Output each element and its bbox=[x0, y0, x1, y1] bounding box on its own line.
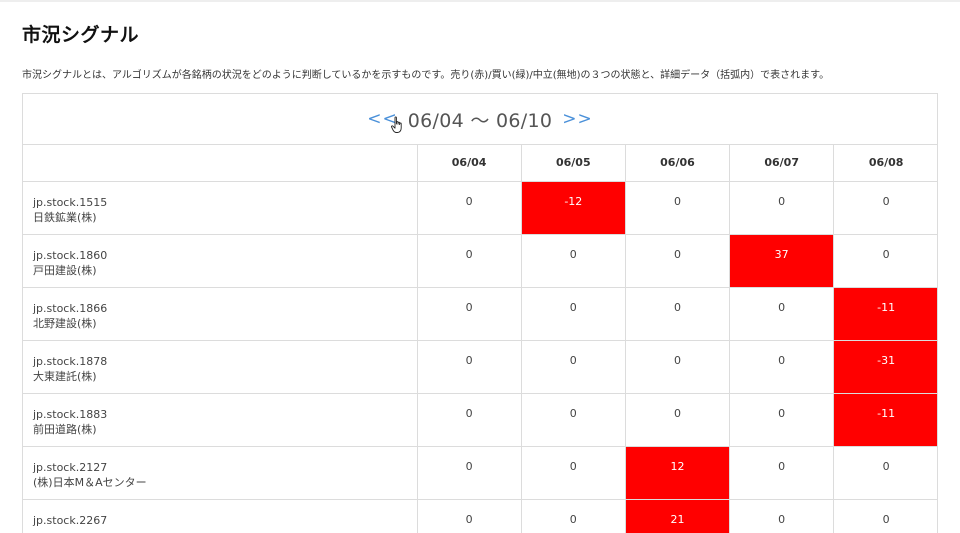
signal-cell: 0 bbox=[417, 340, 522, 394]
signal-cell: 0 bbox=[521, 340, 626, 394]
signal-cell: 0 bbox=[417, 393, 522, 447]
signal-cell: 0 bbox=[417, 234, 522, 288]
stock-cell: jp.stock.2127 (株)日本M＆Aセンター bbox=[23, 446, 418, 500]
stock-cell: jp.stock.1878 大東建託(株) bbox=[23, 340, 418, 394]
signal-cell: 0 bbox=[417, 499, 522, 533]
date-range-label: 06/04 〜 06/10 bbox=[407, 109, 553, 132]
stock-cell: jp.stock.1515 日鉄鉱業(株) bbox=[23, 181, 418, 235]
signal-cell: 0 bbox=[729, 499, 835, 533]
top-divider bbox=[0, 0, 960, 2]
stock-name: 前田道路(株) bbox=[33, 422, 97, 436]
signal-cell: 37 bbox=[729, 234, 835, 288]
header-date: 06/08 bbox=[833, 145, 937, 182]
signal-cell: 21 bbox=[625, 499, 731, 533]
signal-cell: -12 bbox=[521, 181, 626, 235]
signal-cell: 0 bbox=[521, 287, 626, 341]
header-stock bbox=[23, 145, 418, 182]
stock-cell: jp.stock.1883 前田道路(株) bbox=[23, 393, 418, 447]
signal-cell: 0 bbox=[833, 234, 937, 288]
stock-name: 戸田建設(株) bbox=[33, 263, 97, 277]
stock-code: jp.stock.1860 bbox=[33, 248, 108, 262]
signal-cell: 0 bbox=[417, 287, 522, 341]
table-row: jp.stock.1860 戸田建設(株) 0 0 0 37 0 bbox=[23, 234, 937, 288]
signal-cell: 0 bbox=[625, 234, 731, 288]
stock-name: 大東建託(株) bbox=[33, 369, 97, 383]
signal-cell: 0 bbox=[833, 181, 937, 235]
header-date: 06/07 bbox=[729, 145, 835, 182]
hand-pointer-icon bbox=[391, 116, 402, 133]
page-description: 市況シグナルとは、アルゴリズムが各銘柄の状況をどのように判断しているかを示すもの… bbox=[22, 70, 830, 81]
table-row: jp.stock.1515 日鉄鉱業(株) 0 -12 0 0 0 bbox=[23, 181, 937, 235]
signal-cell: 0 bbox=[729, 393, 835, 447]
table-row: jp.stock.1878 大東建託(株) 0 0 0 0 -31 bbox=[23, 340, 937, 394]
stock-code: jp.stock.1515 bbox=[33, 195, 108, 209]
table-row: jp.stock.2267 0 0 21 0 0 bbox=[23, 499, 937, 533]
signal-cell: 0 bbox=[833, 446, 937, 500]
stock-code: jp.stock.2127 bbox=[33, 460, 108, 474]
table-row: jp.stock.1883 前田道路(株) 0 0 0 0 -11 bbox=[23, 393, 937, 447]
signal-cell: -31 bbox=[833, 340, 937, 394]
header-date: 06/06 bbox=[625, 145, 731, 182]
signal-cell: -11 bbox=[833, 393, 937, 447]
signal-cell: 0 bbox=[521, 446, 626, 500]
next-week-link[interactable]: >> bbox=[562, 109, 593, 129]
signal-cell: 0 bbox=[521, 234, 626, 288]
signal-cell: 0 bbox=[625, 287, 731, 341]
table-header-row: 06/04 06/05 06/06 06/07 06/08 bbox=[23, 145, 937, 182]
stock-code: jp.stock.1866 bbox=[33, 301, 108, 315]
signal-cell: 0 bbox=[521, 499, 626, 533]
signal-panel: << 06/04 〜 06/10 >> 06/04 06/05 06/06 06… bbox=[22, 93, 938, 533]
table-body: jp.stock.1515 日鉄鉱業(株) 0 -12 0 0 0 jp.stock.1860… bbox=[23, 181, 937, 533]
signal-cell: 0 bbox=[729, 340, 835, 394]
stock-cell: jp.stock.1860 戸田建設(株) bbox=[23, 234, 418, 288]
signal-cell: 0 bbox=[625, 340, 731, 394]
page-title: 市況シグナル bbox=[22, 24, 140, 46]
signal-table: 06/04 06/05 06/06 06/07 06/08 jp.stock.1… bbox=[23, 145, 937, 533]
signal-cell: 0 bbox=[625, 181, 731, 235]
header-date: 06/04 bbox=[417, 145, 522, 182]
stock-name: (株)日本M＆Aセンター bbox=[33, 475, 147, 489]
stock-name: 北野建設(株) bbox=[33, 316, 97, 330]
signal-cell: 0 bbox=[729, 181, 835, 235]
signal-cell: 0 bbox=[833, 499, 937, 533]
stock-code: jp.stock.1883 bbox=[33, 407, 108, 421]
signal-cell: 0 bbox=[417, 181, 522, 235]
stock-name: 日鉄鉱業(株) bbox=[33, 210, 97, 224]
signal-cell: 0 bbox=[521, 393, 626, 447]
signal-cell: 12 bbox=[625, 446, 731, 500]
header-date: 06/05 bbox=[521, 145, 626, 182]
signal-cell: 0 bbox=[729, 446, 835, 500]
stock-code: jp.stock.1878 bbox=[33, 354, 108, 368]
table-row: jp.stock.1866 北野建設(株) 0 0 0 0 -11 bbox=[23, 287, 937, 341]
signal-cell: 0 bbox=[625, 393, 731, 447]
signal-cell: 0 bbox=[417, 446, 522, 500]
stock-cell: jp.stock.2267 bbox=[23, 499, 418, 533]
stock-code: jp.stock.2267 bbox=[33, 513, 108, 527]
signal-cell: 0 bbox=[729, 287, 835, 341]
stock-cell: jp.stock.1866 北野建設(株) bbox=[23, 287, 418, 341]
date-range-nav: << 06/04 〜 06/10 >> bbox=[23, 94, 937, 145]
table-row: jp.stock.2127 (株)日本M＆Aセンター 0 0 12 0 0 bbox=[23, 446, 937, 500]
signal-cell: -11 bbox=[833, 287, 937, 341]
